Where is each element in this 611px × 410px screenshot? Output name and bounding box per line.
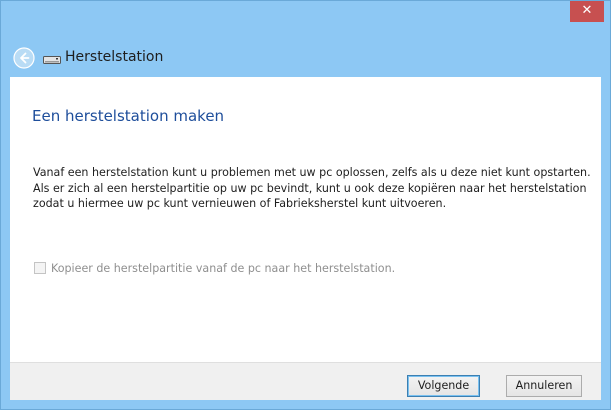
next-button[interactable]: Volgende [407,375,480,397]
close-icon: ✕ [581,3,593,18]
drive-icon [43,56,61,64]
back-arrow-icon [13,47,35,69]
back-button[interactable] [13,47,35,69]
description-text: Vanaf een herstelstation kunt u probleme… [33,166,591,210]
close-button[interactable]: ✕ [570,1,604,22]
button-bar: Volgende Annuleren [10,362,601,400]
copy-partition-option: Kopieer de herstelpartitie vanaf de pc n… [34,260,395,276]
cancel-button[interactable]: Annuleren [506,375,582,397]
navigation-bar: Herstelstation [1,39,610,77]
window-title: Herstelstation [65,49,164,65]
recovery-drive-window: ✕ Herstelstation Een herstelstation make… [0,0,611,410]
main-content: Een herstelstation maken Vanaf een herst… [10,77,601,362]
copy-partition-label: Kopieer de herstelpartitie vanaf de pc n… [51,261,396,275]
copy-partition-checkbox[interactable] [34,262,46,274]
page-heading: Een herstelstation maken [32,107,225,125]
title-bar: ✕ [1,1,610,39]
